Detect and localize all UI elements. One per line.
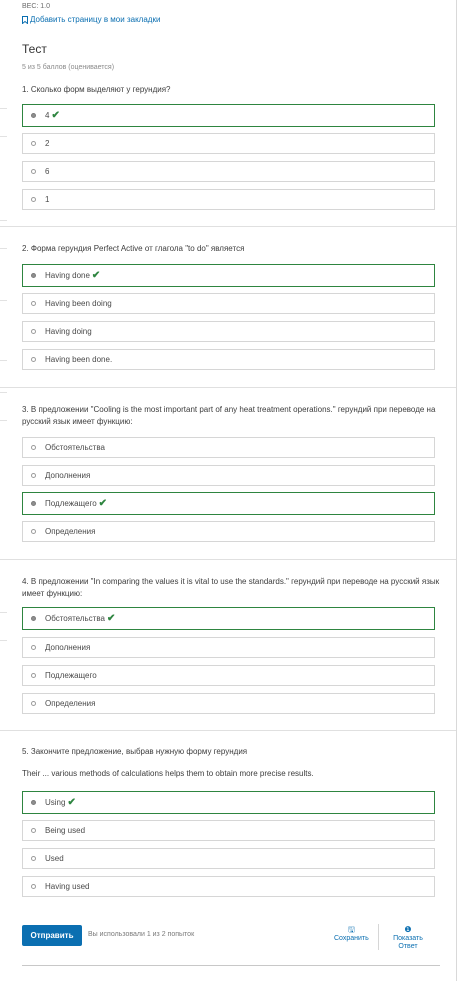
checkmark-icon: ✔ [67,797,76,808]
option-label: Подлежащего [45,499,97,508]
question-divider [0,226,456,227]
question-divider [0,730,456,731]
info-icon: ❶ [404,925,412,934]
answer-option[interactable]: Being used [22,820,435,841]
radio-icon [31,645,36,650]
radio-icon [31,357,36,362]
option-label: Определения [45,699,96,708]
checkmark-icon: ✔ [51,110,60,121]
radio-selected-icon [31,800,36,805]
radio-icon [31,884,36,889]
answer-option[interactable]: Определения [22,521,435,542]
option-label: 4 [45,111,50,120]
answer-option[interactable]: 6 [22,161,435,182]
radio-selected-icon [31,616,36,621]
option-label: 1 [45,195,50,204]
question-1: 1. Сколько форм выделяют у герундия? 4 ✔… [22,84,440,210]
answer-option[interactable]: Using ✔ [22,791,435,814]
radio-icon [31,329,36,334]
radio-selected-icon [31,501,36,506]
radio-selected-icon [31,273,36,278]
radio-icon [31,301,36,306]
question-text: 1. Сколько форм выделяют у герундия? [22,85,171,94]
answer-option[interactable]: Обстоятельства [22,437,435,458]
answer-option[interactable]: Определения [22,693,435,714]
answer-option[interactable]: Having doing [22,321,435,342]
question-2: 2. Форма герундия Perfect Active от глаг… [22,243,440,370]
radio-icon [31,197,36,202]
radio-icon [31,856,36,861]
attempts-text: Вы использовали 1 из 2 попыток [88,931,195,938]
footer-divider [22,965,440,966]
content-right-border [456,0,457,981]
radio-icon [31,529,36,534]
left-edge-markers [0,0,8,981]
option-label: Подлежащего [45,671,97,680]
radio-selected-icon [31,113,36,118]
question-sentence: Their ... various methods of calculation… [22,769,314,778]
option-label: Having been doing [45,299,112,308]
radio-icon [31,473,36,478]
show-answer-label-1: Показать [393,935,423,942]
submit-button[interactable]: Отправить [22,925,82,946]
option-label: Обстоятельства [45,443,105,452]
bookmark-label: Добавить страницу в мои закладки [30,15,161,24]
show-answer-button[interactable]: ❶ Показать Ответ [390,926,426,951]
bookmark-link[interactable]: Добавить страницу в мои закладки [22,15,160,24]
show-answer-label-2: Ответ [398,943,418,950]
save-label: Сохранить [334,935,369,942]
problem-title: Тест [22,42,47,56]
answer-option[interactable]: Дополнения [22,637,435,658]
radio-icon [31,701,36,706]
option-label: Having been done. [45,355,113,364]
answer-option[interactable]: 4 ✔ [22,104,435,127]
question-3: 3. В предложении "Cooling is the most im… [22,404,440,542]
question-4: 4. В предложении "In comparing the value… [22,576,440,714]
question-divider [0,559,456,560]
checkmark-icon: ✔ [91,270,101,281]
answer-option[interactable]: 1 [22,189,435,210]
option-label: Дополнения [45,643,91,652]
save-icon: 🖫 [347,925,355,934]
option-label: Дополнения [45,471,91,480]
answer-option[interactable]: Having been doing [22,293,435,314]
answer-option[interactable]: Подлежащего [22,665,435,686]
option-label: Being used [45,826,86,835]
answer-option[interactable]: Дополнения [22,465,435,486]
action-separator [378,924,379,950]
answer-option[interactable]: Used [22,848,435,869]
answer-option[interactable]: Подлежащего ✔ [22,492,435,515]
problem-score: 5 из 5 баллов (оценивается) [22,64,115,71]
option-label: Having doing [45,327,92,336]
answer-option[interactable]: 2 [22,133,435,154]
answer-option[interactable]: Having done ✔ [22,264,435,287]
problem-weight: ВЕС: 1.0 [22,3,51,10]
option-label: Used [45,854,64,863]
option-label: Having used [45,882,90,891]
question-5: 5. Закончите предложение, выбрав нужную … [22,746,440,897]
radio-icon [31,141,36,146]
option-label: Определения [45,527,96,536]
bookmark-icon [22,15,28,24]
question-text: 4. В предложении "In comparing the value… [22,577,440,598]
radio-icon [31,445,36,450]
radio-icon [31,169,36,174]
radio-icon [31,673,36,678]
answer-option[interactable]: Having used [22,876,435,897]
question-text: 3. В предложении "Cooling is the most im… [22,405,436,426]
option-label: Обстоятельства [45,614,105,623]
answer-option[interactable]: Обстоятельства ✔ [22,607,435,630]
question-divider [0,387,456,388]
question-text: 2. Форма герундия Perfect Active от глаг… [22,244,245,253]
save-button[interactable]: 🖫 Сохранить [334,926,369,943]
option-label: 6 [45,167,50,176]
checkmark-icon: ✔ [106,613,116,624]
option-label: Having done [45,271,90,280]
radio-icon [31,828,36,833]
question-text: 5. Закончите предложение, выбрав нужную … [22,747,248,756]
option-label: 2 [45,139,50,148]
option-label: Using [45,798,66,807]
checkmark-icon: ✔ [98,498,108,509]
answer-option[interactable]: Having been done. [22,349,435,370]
